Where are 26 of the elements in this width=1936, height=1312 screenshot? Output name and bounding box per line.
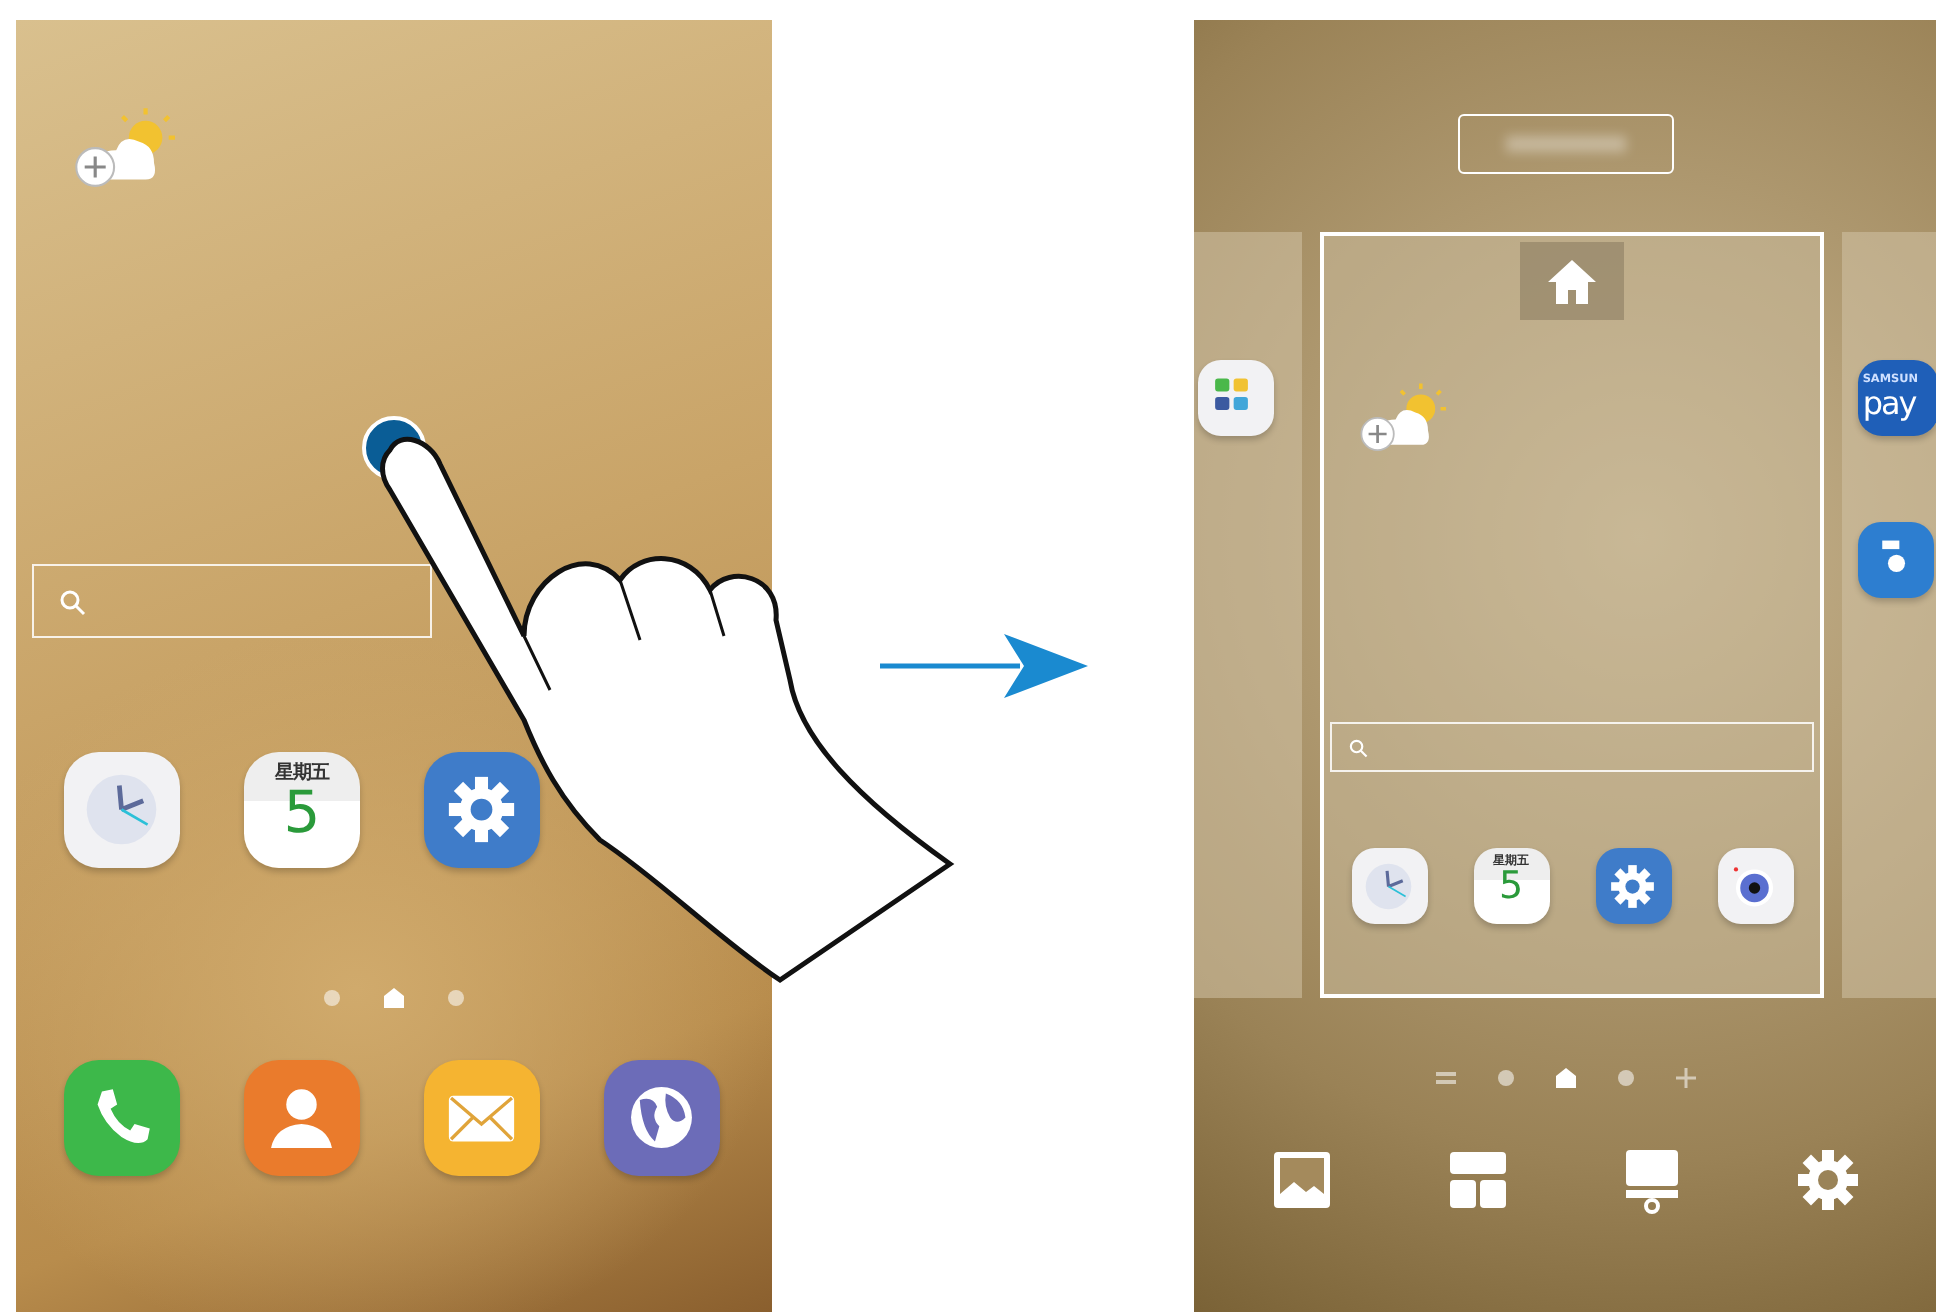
storage-app-icon[interactable] (1858, 522, 1934, 598)
clock-app-icon[interactable] (1351, 848, 1427, 924)
settings-app-icon[interactable] (1595, 848, 1671, 924)
home-page-indicator[interactable] (1551, 1064, 1579, 1092)
home-icon (1546, 257, 1598, 305)
search-field[interactable] (1330, 722, 1814, 772)
page-dot[interactable] (318, 984, 346, 1012)
add-page-indicator[interactable] (1671, 1064, 1699, 1092)
calendar-app-icon[interactable]: 星期五 5 (244, 752, 360, 868)
page-dot[interactable] (442, 984, 470, 1012)
weather-widget-icon[interactable] (70, 104, 180, 188)
clock-app-icon[interactable] (64, 752, 180, 868)
search-icon (1348, 737, 1368, 757)
folder-app-icon[interactable] (1198, 360, 1274, 436)
search-field[interactable] (32, 564, 432, 638)
globe-app-icon[interactable] (604, 1060, 720, 1176)
phone-app-icon[interactable] (64, 1060, 180, 1176)
contacts-app-icon[interactable] (244, 1060, 360, 1176)
weather-widget-icon[interactable] (1356, 380, 1450, 452)
right-arrow-icon (880, 630, 1090, 702)
settings-icon[interactable] (1794, 1146, 1863, 1214)
home-page-button[interactable] (1520, 242, 1624, 320)
search-icon (58, 587, 86, 615)
camera-app-icon[interactable] (1717, 848, 1793, 924)
settings-app-icon[interactable] (424, 752, 540, 868)
email-app-icon[interactable] (424, 1060, 540, 1176)
